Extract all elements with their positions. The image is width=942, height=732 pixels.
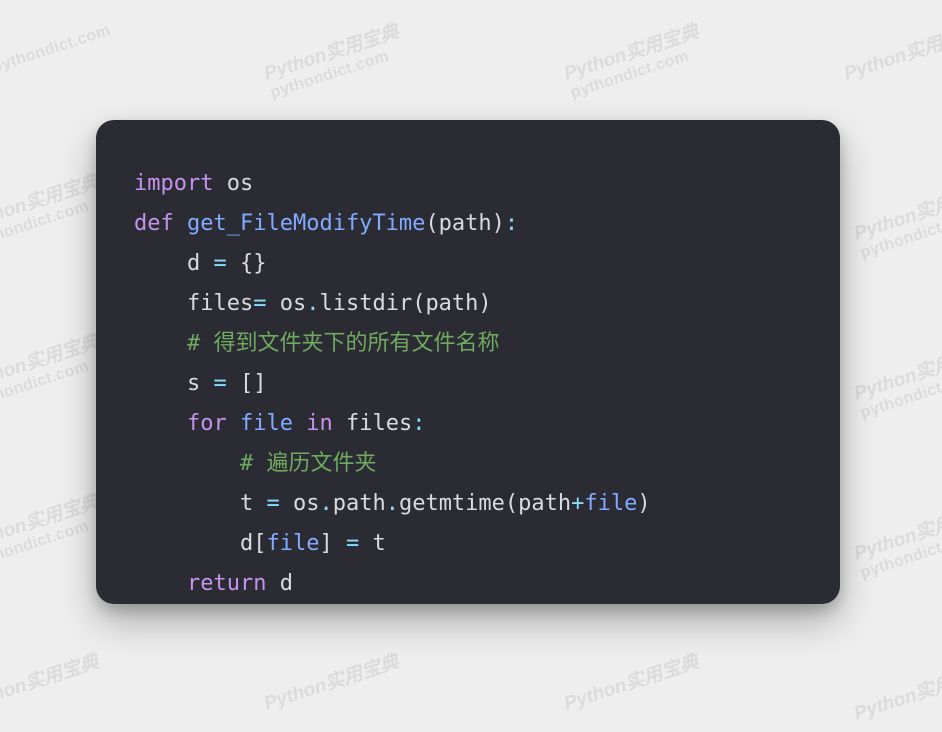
code-line-7: for file in files: [134, 411, 425, 436]
code-line-6: s = [] [134, 371, 266, 396]
code-line-4: files= os.listdir(path) [134, 291, 492, 316]
code-card: import os def get_FileModifyTime(path): … [96, 120, 840, 604]
code-line-5: # 得到文件夹下的所有文件名称 [134, 331, 499, 356]
code-line-8: # 遍历文件夹 [134, 451, 376, 476]
code-line-3: d = {} [134, 251, 266, 276]
code-line-10: d[file] = t [134, 531, 386, 556]
code-line-2: def get_FileModifyTime(path): [134, 211, 518, 236]
code-line-11: return d [134, 571, 293, 596]
code-line-9: t = os.path.getmtime(path+file) [134, 491, 651, 516]
code-block: import os def get_FileModifyTime(path): … [96, 120, 840, 604]
code-line-1: import os [134, 171, 253, 196]
